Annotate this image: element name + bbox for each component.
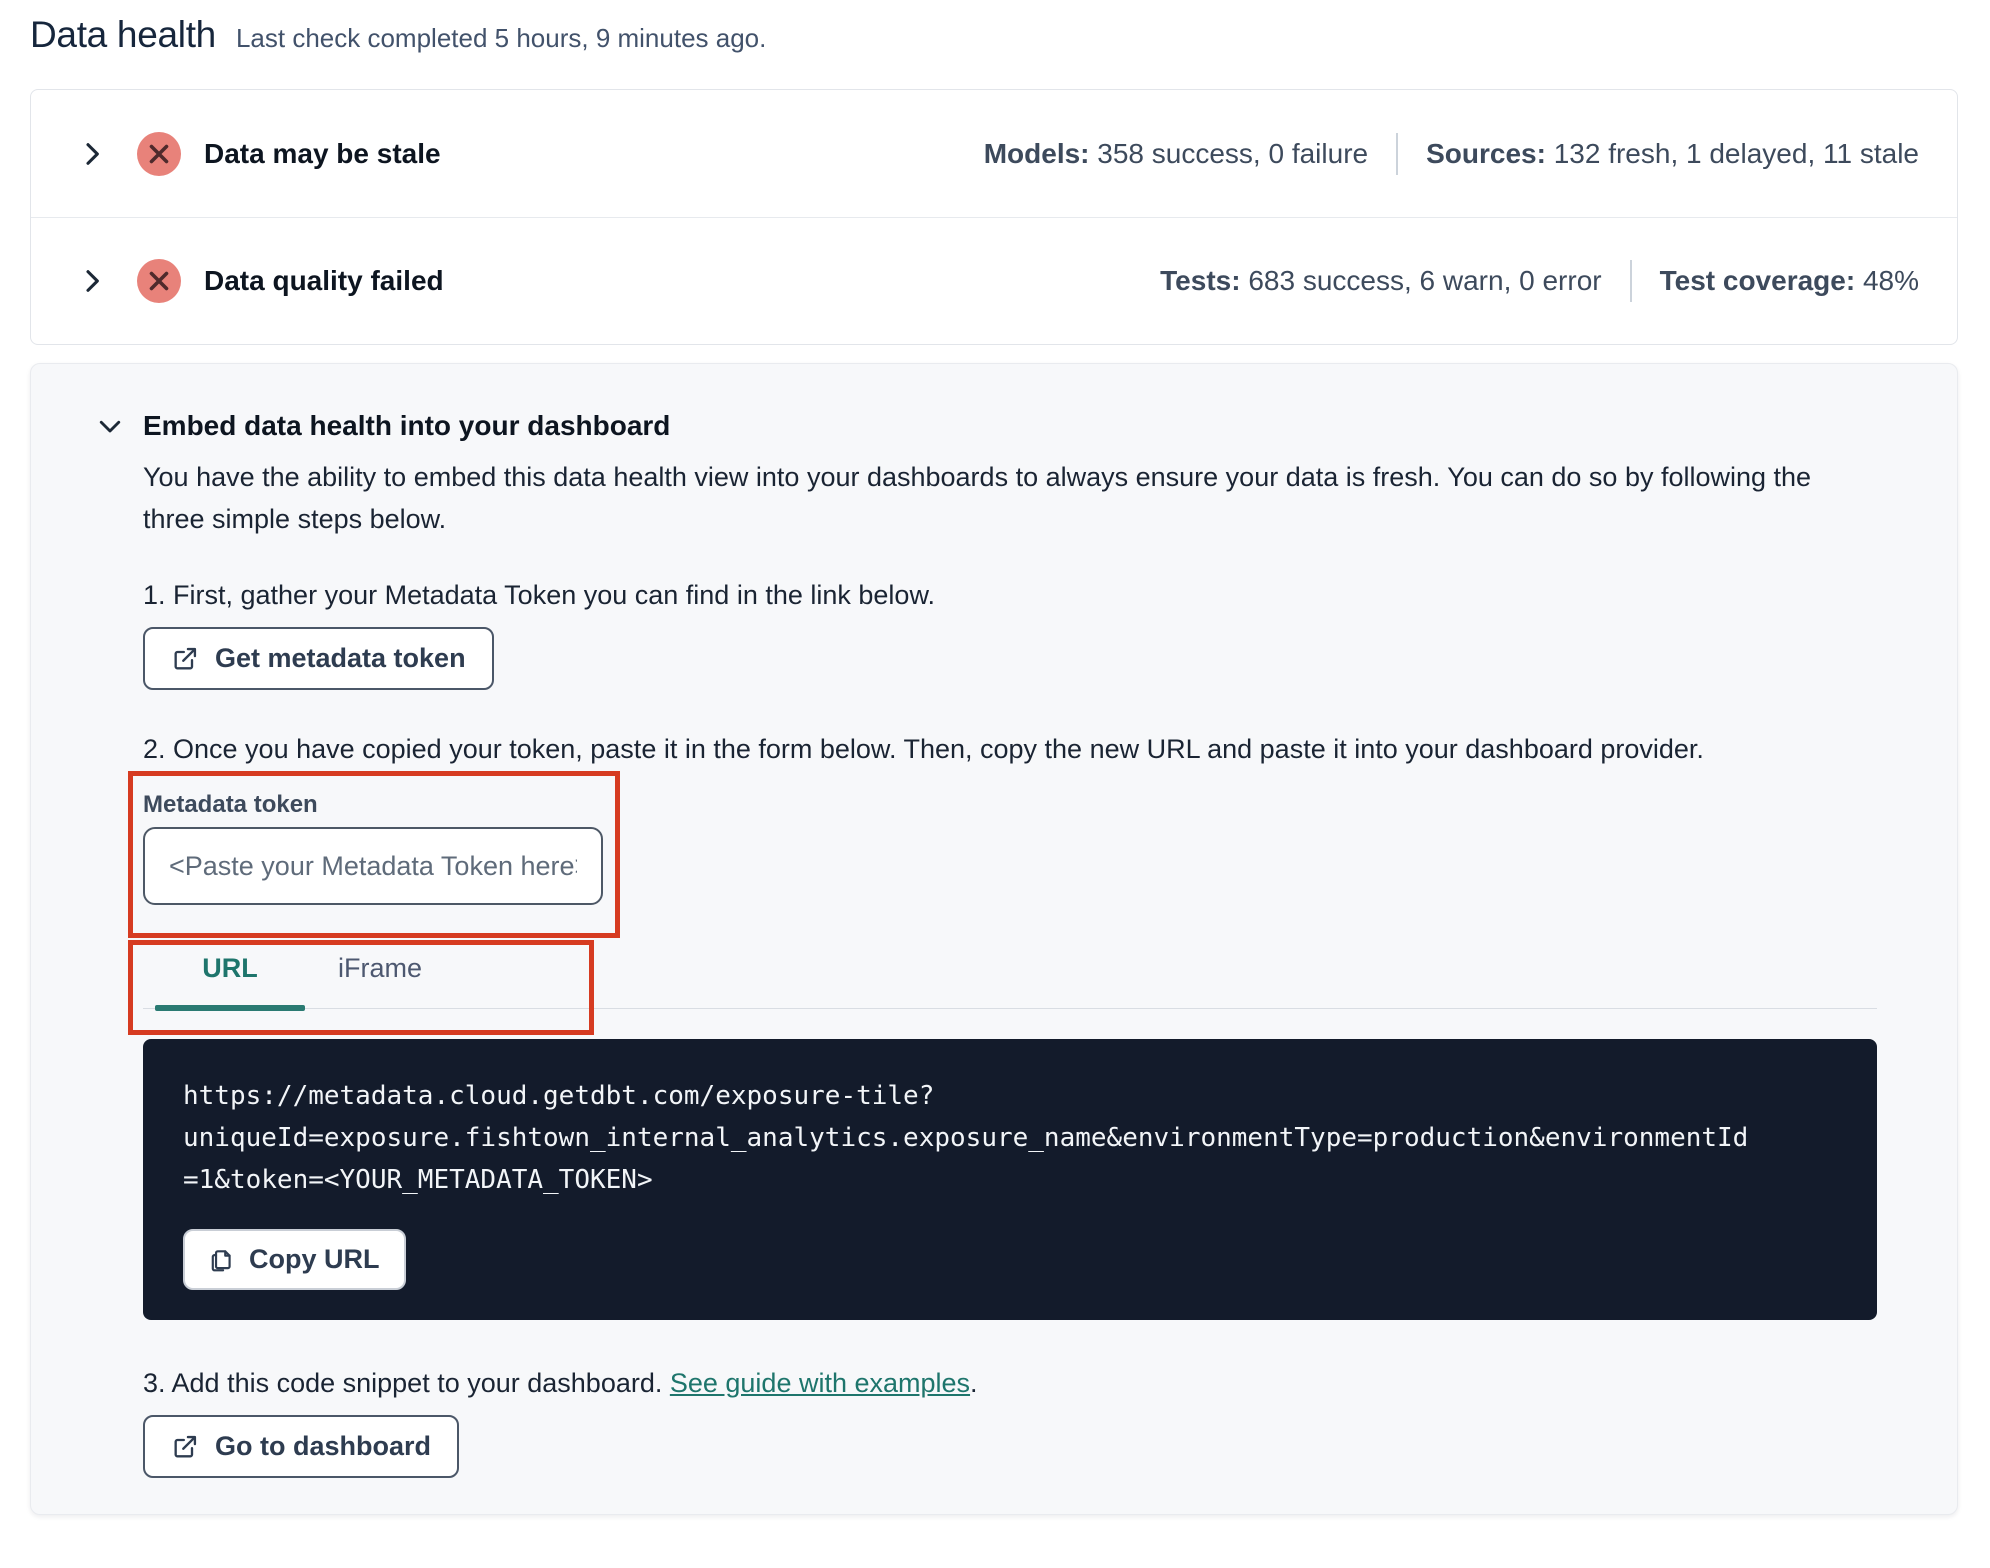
- tab-iframe[interactable]: iFrame: [305, 953, 455, 1008]
- go-to-dashboard-button[interactable]: Go to dashboard: [143, 1415, 459, 1478]
- test-coverage-stat-value: 48%: [1862, 265, 1919, 296]
- step-3-prefix: 3. Add this code snippet to your dashboa…: [143, 1368, 670, 1398]
- chevron-down-icon[interactable]: [95, 411, 125, 441]
- error-x-circle-icon: [136, 258, 182, 304]
- status-row-stale[interactable]: Data may be stale Models: 358 success, 0…: [31, 90, 1957, 217]
- embed-section-header[interactable]: Embed data health into your dashboard: [95, 410, 1877, 442]
- status-card: Data may be stale Models: 358 success, 0…: [30, 89, 1958, 345]
- see-guide-link[interactable]: See guide with examples: [670, 1368, 970, 1398]
- models-stat: Models: 358 success, 0 failure: [984, 138, 1368, 170]
- step-2-text: 2. Once you have copied your token, past…: [143, 734, 1704, 764]
- stat-divider: [1629, 260, 1632, 302]
- metadata-token-label: Metadata token: [143, 791, 318, 818]
- tests-stat: Tests: 683 success, 6 warn, 0 error: [1160, 265, 1601, 297]
- tab-bar: URL iFrame: [143, 953, 1877, 1011]
- code-line: uniqueId=exposure.fishtown_internal_anal…: [183, 1123, 1749, 1153]
- metadata-token-field-group: Metadata token: [128, 771, 620, 938]
- copy-url-button[interactable]: Copy URL: [183, 1229, 406, 1290]
- sources-stat-value: 132 fresh, 1 delayed, 11 stale: [1553, 137, 1919, 169]
- metadata-token-input[interactable]: [143, 827, 603, 905]
- code-line: =1&token=<YOUR_METADATA_TOKEN>: [183, 1165, 653, 1195]
- get-metadata-token-label: Get metadata token: [215, 643, 466, 673]
- get-metadata-token-button[interactable]: Get metadata token: [143, 627, 494, 690]
- embed-description: You have the ability to embed this data …: [143, 462, 1812, 534]
- copy-url-label: Copy URL: [249, 1244, 380, 1274]
- models-stat-value: 358 success, 0 failure: [1097, 137, 1369, 169]
- embed-section-card: Embed data health into your dashboard Yo…: [30, 363, 1958, 1515]
- chevron-right-icon: [76, 138, 108, 170]
- step-3-text: 3. Add this code snippet to your dashboa…: [143, 1368, 1877, 1399]
- embed-url-code-block: https://metadata.cloud.getdbt.com/exposu…: [143, 1039, 1877, 1320]
- step-3-suffix: .: [970, 1368, 978, 1398]
- sources-stat-label: Sources:: [1426, 137, 1546, 169]
- page-header: Data health Last check completed 5 hours…: [30, 14, 1958, 56]
- data-health-page: { "page": { "title": "Data health", "sub…: [0, 0, 1990, 1568]
- go-to-dashboard-label: Go to dashboard: [215, 1431, 431, 1461]
- external-link-icon: [171, 1433, 199, 1461]
- error-x-circle-icon: [136, 131, 182, 177]
- expand-row-button[interactable]: [76, 265, 108, 297]
- test-coverage-stat-label: Test coverage:: [1659, 265, 1856, 296]
- last-check-status: Last check completed 5 hours, 9 minutes …: [235, 23, 767, 53]
- status-row-title: Data quality failed: [204, 265, 444, 296]
- status-row-quality[interactable]: Data quality failed Tests: 683 success, …: [31, 217, 1957, 344]
- status-row-title: Data may be stale: [204, 137, 441, 169]
- embed-output-tabs: URL iFrame: [128, 940, 1877, 1035]
- step-1-text: 1. First, gather your Metadata Token you…: [143, 580, 935, 610]
- chevron-right-icon: [76, 265, 108, 297]
- code-line: https://metadata.cloud.getdbt.com/exposu…: [183, 1081, 935, 1111]
- tab-url[interactable]: URL: [155, 953, 305, 1011]
- test-coverage-stat: Test coverage: 48%: [1660, 265, 1919, 297]
- tests-stat-value: 683 success, 6 warn, 0 error: [1248, 265, 1602, 296]
- status-row-stats: Tests: 683 success, 6 warn, 0 error Test…: [1160, 260, 1919, 302]
- page-title: Data health: [30, 14, 216, 55]
- models-stat-label: Models:: [983, 137, 1090, 169]
- stat-divider: [1396, 132, 1399, 175]
- copy-icon: [209, 1247, 235, 1273]
- embed-section-title: Embed data health into your dashboard: [143, 410, 671, 441]
- external-link-icon: [171, 645, 199, 673]
- expand-row-button[interactable]: [76, 138, 108, 170]
- sources-stat: Sources: 132 fresh, 1 delayed, 11 stale: [1426, 138, 1919, 170]
- status-row-stats: Models: 358 success, 0 failure Sources: …: [984, 132, 1919, 175]
- tests-stat-label: Tests:: [1160, 265, 1241, 296]
